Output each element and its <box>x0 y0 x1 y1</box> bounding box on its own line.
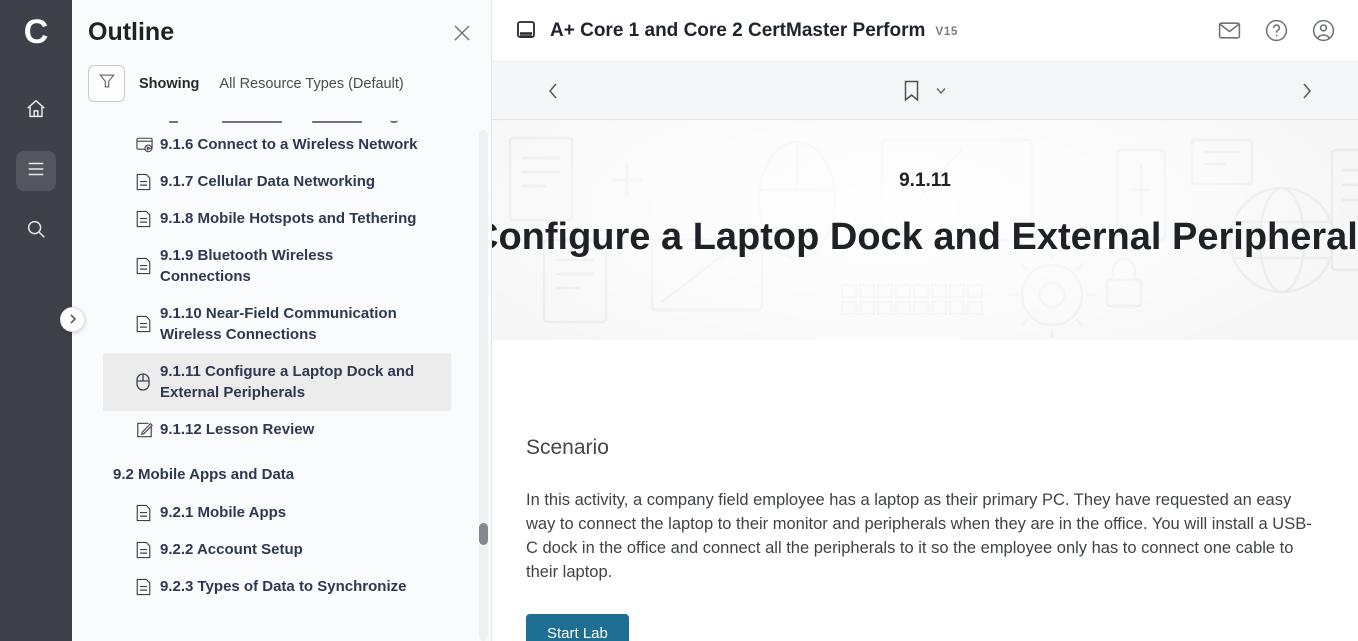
outline-item-label: 9.1.12 Lesson Review <box>160 419 314 440</box>
search-icon <box>25 218 47 245</box>
document-icon <box>136 173 151 190</box>
document-icon <box>136 504 151 521</box>
clipped-list-item <box>72 114 491 126</box>
simulation-icon <box>136 137 153 153</box>
chevron-right-icon <box>1300 82 1314 100</box>
outline-item[interactable]: 9.1.8 Mobile Hotspots and Tethering <box>103 200 451 237</box>
outline-panel: Outline Showing All Resource Types (Defa… <box>72 0 492 641</box>
outline-item[interactable]: 9.2.2 Account Setup <box>103 531 451 568</box>
outline-item[interactable]: 9.2.3 Types of Data to Synchronize <box>103 568 451 605</box>
home-button[interactable] <box>16 91 56 131</box>
outline-item-label: 9.2.1 Mobile Apps <box>160 502 286 523</box>
outline-item-current[interactable]: 9.1.11 Configure a Laptop Dock and Exter… <box>103 353 451 411</box>
scenario-text: In this activity, a company field employ… <box>526 489 1318 585</box>
panel-expand-button[interactable] <box>60 307 85 332</box>
menu-icon <box>25 158 47 185</box>
lesson-number: 9.1.11 <box>899 170 951 192</box>
outline-title: Outline <box>88 18 174 47</box>
document-icon <box>136 578 151 595</box>
outline-item-label: 9.2.3 Types of Data to Synchronize <box>160 576 406 597</box>
device-book-icon <box>514 19 538 43</box>
chevron-down-icon <box>936 87 947 95</box>
outline-item[interactable]: 9.1.12 Lesson Review <box>103 411 451 448</box>
outline-item-label: 9.1.11 Configure a Laptop Dock and Exter… <box>160 361 418 403</box>
account-button[interactable] <box>1311 18 1336 43</box>
outline-item-label: 9.1.6 Connect to a Wireless Network <box>160 134 417 155</box>
outline-item-label: 9.1.10 Near-Field Communication Wireless… <box>160 303 418 345</box>
mouse-icon <box>136 373 150 391</box>
outline-scrollbar-thumb[interactable] <box>479 523 488 545</box>
filter-button[interactable] <box>88 65 125 102</box>
outline-list: 9.1.6 Connect to a Wireless Network 9.1.… <box>72 114 491 614</box>
chevron-left-icon <box>546 82 560 100</box>
scenario-heading: Scenario <box>526 436 1318 460</box>
bookmark-button[interactable] <box>904 80 920 102</box>
close-icon <box>451 31 473 48</box>
outline-item-label: 9.1.9 Bluetooth Wireless Connections <box>160 245 418 287</box>
home-icon <box>25 98 47 125</box>
course-header: A+ Core 1 and Core 2 CertMaster Perform … <box>492 0 1358 62</box>
filter-funnel-icon <box>97 71 117 96</box>
document-icon <box>136 541 151 558</box>
lesson-toolbar <box>492 62 1358 120</box>
comptia-logo: C <box>24 8 49 56</box>
messages-button[interactable] <box>1217 18 1242 43</box>
outline-item[interactable]: 9.1.6 Connect to a Wireless Network <box>103 126 451 163</box>
outline-item[interactable]: 9.2.4 Email Configuration Options <box>103 605 451 614</box>
close-outline-button[interactable] <box>451 22 473 44</box>
search-button[interactable] <box>16 211 56 251</box>
help-icon <box>1264 18 1289 43</box>
outline-item[interactable]: 9.1.7 Cellular Data Networking <box>103 163 451 200</box>
outline-item[interactable]: 9.2.1 Mobile Apps <box>103 494 451 531</box>
course-version: V15 <box>935 24 958 38</box>
outline-item-label: 9.1.8 Mobile Hotspots and Tethering <box>160 208 416 229</box>
outline-menu-button[interactable] <box>16 151 56 191</box>
outline-item-label: 9.2.4 Email Configuration Options <box>160 613 401 614</box>
outline-item[interactable]: 9.1.10 Near-Field Communication Wireless… <box>103 295 451 353</box>
lesson-hero-banner: 9.1.11 Configure a Laptop Dock and Exter… <box>492 120 1358 340</box>
main-area: A+ Core 1 and Core 2 CertMaster Perform … <box>492 0 1358 641</box>
lesson-title: Configure a Laptop Dock and External Per… <box>492 216 1358 259</box>
app-window: C Outline Showing All Resource Types (De… <box>0 0 1358 641</box>
outline-item-label: 9.2.2 Account Setup <box>160 539 303 560</box>
outline-scrollbar-track[interactable] <box>479 130 488 641</box>
document-icon <box>136 258 151 275</box>
next-page-button[interactable] <box>1294 76 1320 106</box>
chevron-right-icon <box>68 311 78 329</box>
bookmark-icon <box>904 80 920 102</box>
filter-value: All Resource Types (Default) <box>219 76 403 92</box>
lesson-content: Scenario In this activity, a company fie… <box>492 340 1358 641</box>
previous-page-button[interactable] <box>540 76 566 106</box>
outline-item-label: 9.1.7 Cellular Data Networking <box>160 171 375 192</box>
document-icon <box>136 316 151 333</box>
filter-showing-label: Showing <box>139 76 199 92</box>
help-button[interactable] <box>1264 18 1289 43</box>
mail-icon <box>1217 18 1242 43</box>
document-icon <box>136 210 151 227</box>
edit-icon <box>136 421 153 438</box>
outline-section-header[interactable]: 9.2 Mobile Apps and Data <box>103 454 451 494</box>
account-icon <box>1311 18 1336 43</box>
outline-item[interactable]: 9.1.9 Bluetooth Wireless Connections <box>103 237 451 295</box>
bookmark-menu-button[interactable] <box>936 87 947 95</box>
course-title: A+ Core 1 and Core 2 CertMaster Perform <box>550 20 925 42</box>
start-lab-button[interactable]: Start Lab <box>526 614 629 641</box>
outline-section-label: 9.2 Mobile Apps and Data <box>113 464 294 485</box>
